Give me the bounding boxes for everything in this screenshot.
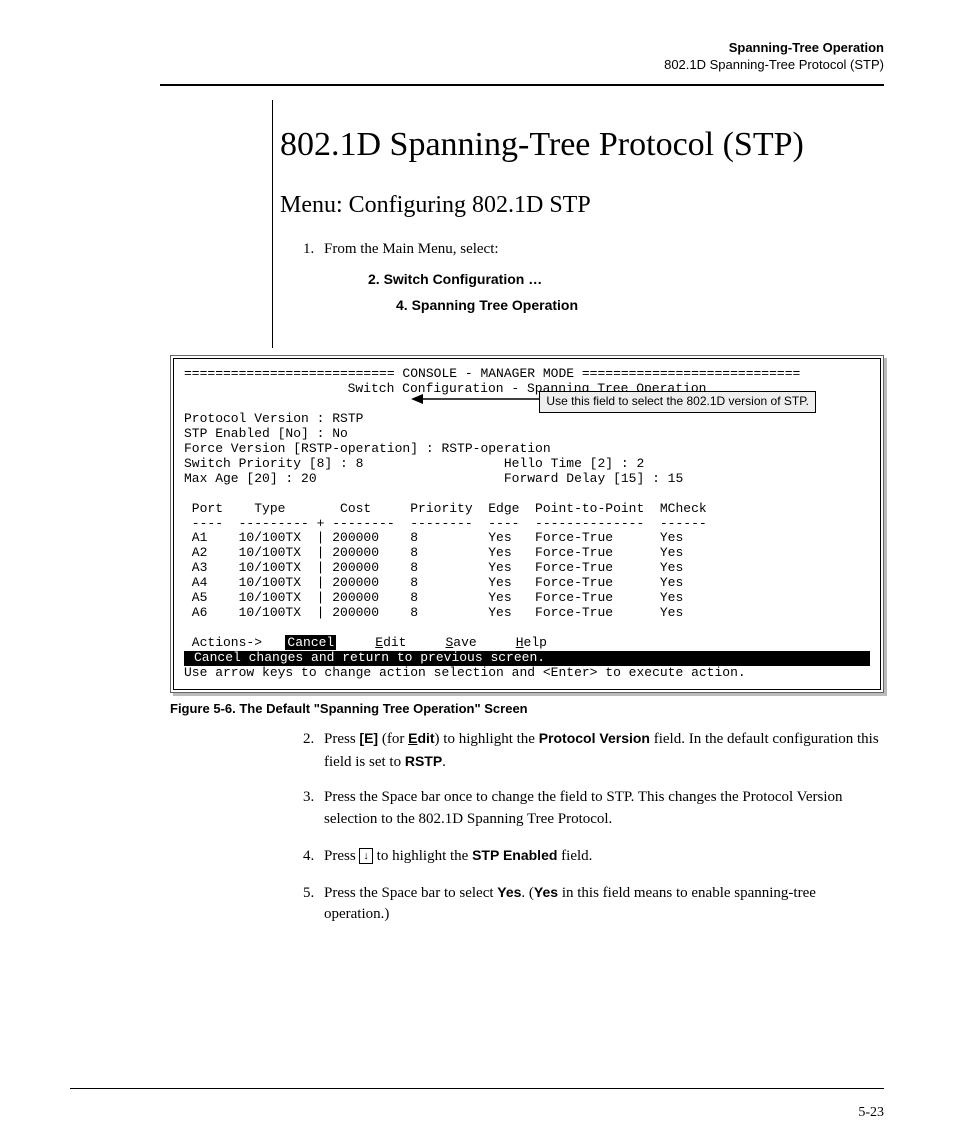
step-3: Press the Space bar once to change the f… <box>318 787 884 831</box>
step-1-text: From the Main Menu, select: <box>324 241 499 257</box>
section-title: Menu: Configuring 802.1D STP <box>280 192 884 219</box>
margin-rule <box>272 100 273 348</box>
console-row: A1 10/100TX | 200000 8 Yes Force-True Ye… <box>184 531 870 546</box>
footer-rule <box>70 1088 884 1089</box>
console-protocol-line: Protocol Version : RSTP <box>184 412 870 427</box>
step-5: Press the Space bar to select Yes. (Yes … <box>318 882 884 927</box>
console-sep: ---- --------- + -------- -------- ---- … <box>184 517 870 532</box>
menu-path-2: 2. Switch Configuration … <box>368 269 884 289</box>
console-hint: Use arrow keys to change action selectio… <box>184 666 870 681</box>
step-2: Press [E] (for Edit) to highlight the Pr… <box>318 728 884 774</box>
action-cancel: Cancel <box>285 635 336 650</box>
console-status-bar: Cancel changes and return to previous sc… <box>184 651 870 666</box>
menu-path-4: 4. Spanning Tree Operation <box>396 295 884 315</box>
step-1: From the Main Menu, select: 2. Switch Co… <box>318 239 884 315</box>
console-row: A4 10/100TX | 200000 8 Yes Force-True Ye… <box>184 576 870 591</box>
figure-caption: Figure 5-6. The Default "Spanning Tree O… <box>170 701 884 716</box>
console-row: A2 10/100TX | 200000 8 Yes Force-True Ye… <box>184 546 870 561</box>
page-number: 5-23 <box>858 1105 884 1121</box>
console-screen: Use this field to select the 802.1D vers… <box>173 358 881 690</box>
down-arrow-icon: ↓ <box>359 848 373 864</box>
console-row: A6 10/100TX | 200000 8 Yes Force-True Ye… <box>184 606 870 621</box>
console-params: STP Enabled [No] : No Force Version [RST… <box>184 427 870 487</box>
console-columns: Port Type Cost Priority Edge Point-to-Po… <box>184 502 870 517</box>
console-actions: Actions-> Cancel Edit Save Help <box>184 636 870 651</box>
page-title: 802.1D Spanning-Tree Protocol (STP) <box>280 126 884 164</box>
console-figure: Use this field to select the 802.1D vers… <box>170 355 884 693</box>
callout-label: Use this field to select the 802.1D vers… <box>539 391 816 413</box>
header-subtitle: 802.1D Spanning-Tree Protocol (STP) <box>160 57 884 74</box>
console-header-line: =========================== CONSOLE - MA… <box>184 367 870 382</box>
console-row: A3 10/100TX | 200000 8 Yes Force-True Ye… <box>184 561 870 576</box>
step-4: Press ↓ to highlight the STP Enabled fie… <box>318 845 884 868</box>
header-rule <box>160 84 884 86</box>
header-title: Spanning-Tree Operation <box>160 40 884 57</box>
console-row: A5 10/100TX | 200000 8 Yes Force-True Ye… <box>184 591 870 606</box>
page-header: Spanning-Tree Operation 802.1D Spanning-… <box>160 40 884 74</box>
